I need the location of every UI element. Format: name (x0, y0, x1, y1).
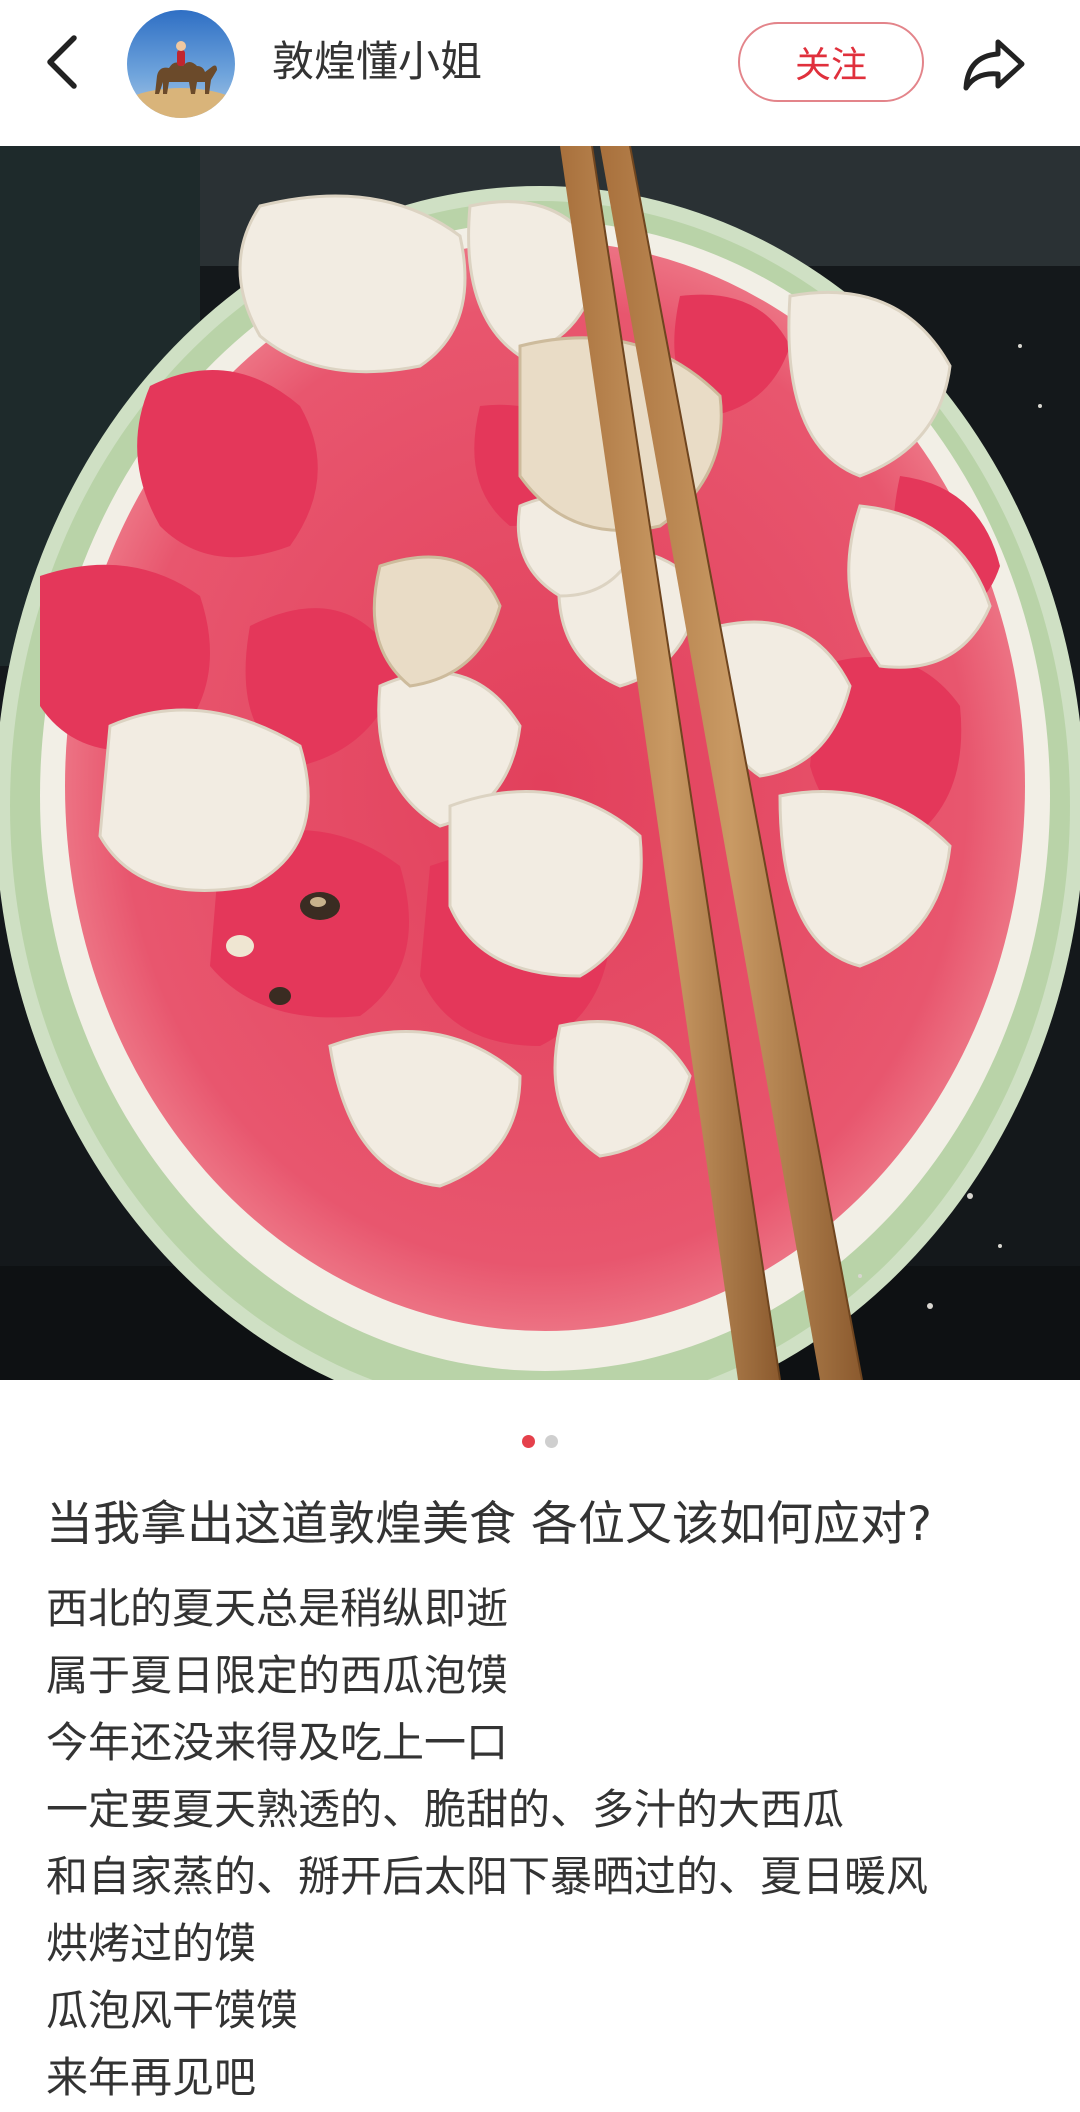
post-line: 西北的夏天总是稍纵即逝 (46, 1584, 509, 1633)
post-line: 一定要夏天熟透的、脆甜的、多汁的大西瓜 (46, 1785, 845, 1834)
top-bar: 敦煌懂小姐 关注 (0, 0, 1080, 146)
post-body: 西北的夏天总是稍纵即逝 属于夏日限定的西瓜泡馍 今年还没来得及吃上一口 一定要夏… (46, 1575, 1046, 2111)
post-line: 属于夏日限定的西瓜泡馍 (46, 1651, 509, 1700)
post-title: 当我拿出这道敦煌美食 各位又该如何应对? (46, 1497, 932, 1552)
share-button[interactable] (958, 30, 1030, 98)
post-line: 和自家蒸的、掰开后太阳下暴晒过的、夏日暖风 (46, 1852, 929, 1901)
post-line: 烘烤过的馍 (46, 1919, 257, 1968)
avatar[interactable] (127, 10, 235, 118)
author-name[interactable]: 敦煌懂小姐 (272, 34, 482, 90)
back-button[interactable] (34, 30, 90, 94)
camel-avatar-image (127, 10, 235, 118)
carousel-dot-2[interactable] (545, 1435, 558, 1448)
post-image[interactable] (0, 146, 1080, 1380)
follow-button[interactable]: 关注 (738, 22, 924, 102)
carousel-dot-1[interactable] (522, 1435, 535, 1448)
post-line: 今年还没来得及吃上一口 (46, 1718, 509, 1767)
watermelon-bread-photo (0, 146, 1080, 1380)
post-line: 瓜泡风干馍馍 (46, 1986, 299, 2035)
carousel-indicator (0, 1435, 1080, 1449)
share-arrow-icon (963, 39, 1025, 91)
post-line: 来年再见吧 (46, 2053, 257, 2102)
chevron-left-icon (47, 35, 77, 89)
